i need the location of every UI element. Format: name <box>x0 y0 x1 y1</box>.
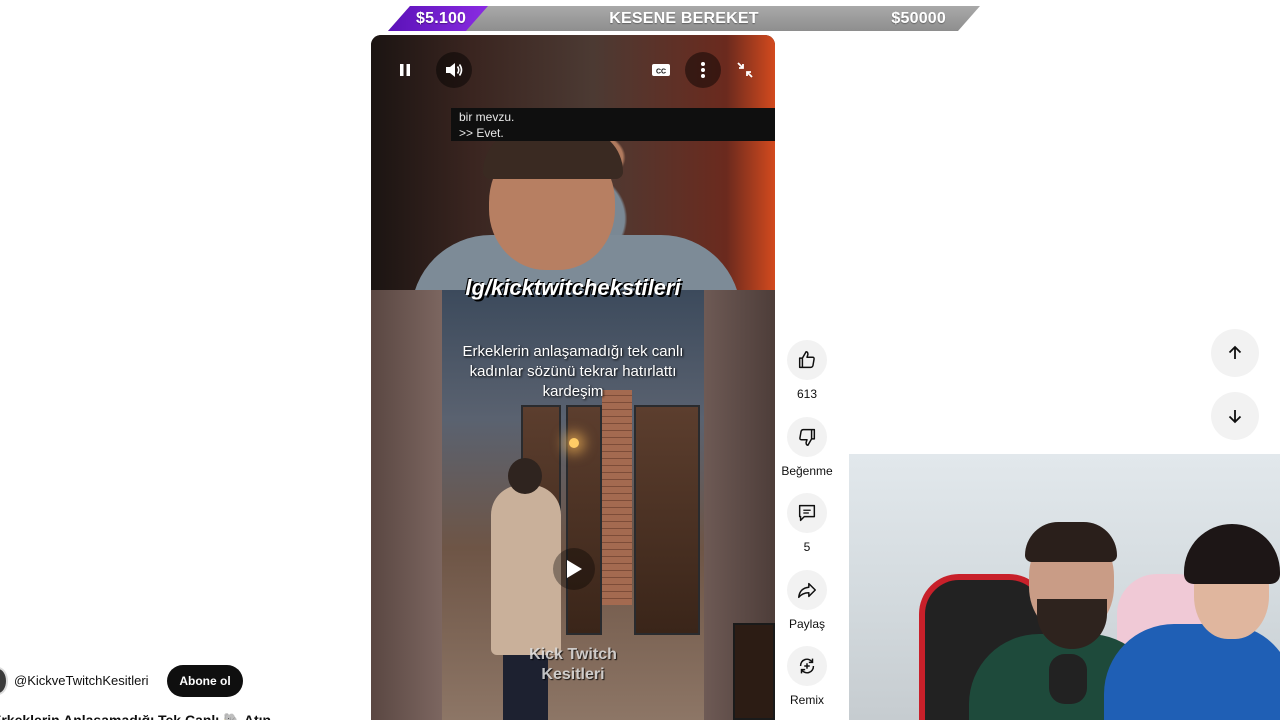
streamer-two-body <box>1104 624 1280 720</box>
webcam-overlay <box>849 454 1280 720</box>
microphone <box>1049 654 1087 704</box>
share-icon <box>798 582 816 599</box>
embedded-clip: Erkeklerin anlaşamadığı tek canlı kadınl… <box>371 290 775 720</box>
watermark-line: Kick Twitch <box>529 646 617 663</box>
comments-action: 5 <box>781 493 833 554</box>
exit-fullscreen-button[interactable] <box>727 52 763 88</box>
comment-icon <box>798 504 816 522</box>
arrow-down-icon <box>1228 410 1242 424</box>
pause-button[interactable] <box>387 52 423 88</box>
streamer-two-hair <box>1184 524 1280 584</box>
person-jacket <box>491 485 561 655</box>
goal-target-amount: $50000 <box>891 10 946 27</box>
like-button[interactable] <box>787 340 827 380</box>
dislike-label: Beğenme <box>781 464 833 478</box>
share-label: Paylaş <box>788 617 826 631</box>
pause-icon <box>400 64 410 76</box>
previous-video-button[interactable] <box>1211 329 1259 377</box>
remix-icon <box>799 658 815 674</box>
channel-overlay-text: lg/kicktwitchekstileri <box>465 275 681 300</box>
clip-door <box>733 623 775 720</box>
more-options-button[interactable] <box>685 52 721 88</box>
center-play-button[interactable] <box>553 548 595 590</box>
dislike-button[interactable] <box>787 417 827 457</box>
subscribe-button[interactable]: Abone ol <box>167 665 243 697</box>
svg-text:CC: CC <box>656 69 666 76</box>
volume-icon <box>446 63 463 77</box>
more-vert-icon <box>701 62 705 78</box>
horse-stall <box>634 405 700 635</box>
caption-line: >> Evet. <box>459 126 504 140</box>
comment-count: 5 <box>803 540 811 554</box>
clip-title-text: Erkeklerin anlaşamadığı tek canlı kadınl… <box>462 343 684 400</box>
clip-blur-left <box>371 290 442 720</box>
lamp-light <box>569 438 579 448</box>
share-button[interactable] <box>787 570 827 610</box>
caption-line: bir mevzu. <box>459 110 515 124</box>
clip-watermark: Kick Twitch Kesitleri <box>442 645 704 685</box>
dislike-action: Beğenme <box>781 417 833 478</box>
arrow-up-icon <box>1228 345 1242 359</box>
brick-pillar <box>602 390 632 605</box>
share-action: Paylaş <box>781 570 833 631</box>
comments-button[interactable] <box>787 493 827 533</box>
video-player[interactable]: bir mevzu. >> Evet. Erkeklerin anlaşamad… <box>371 35 775 720</box>
thumbs-up-icon <box>798 351 815 369</box>
volume-button[interactable] <box>436 52 472 88</box>
like-count: 613 <box>796 387 818 401</box>
thumbs-down-icon <box>799 428 816 446</box>
next-video-button[interactable] <box>1211 392 1259 440</box>
play-icon <box>567 560 582 578</box>
streamer-one-hair <box>1025 522 1117 562</box>
cc-icon: CC <box>652 64 670 76</box>
channel-handle[interactable]: @KickveTwitchKesitleri <box>14 673 149 688</box>
channel-avatar[interactable] <box>0 667 8 695</box>
like-action: 613 <box>781 340 833 401</box>
donation-goal-banner: $5.100 KESENE BEREKET $50000 <box>388 6 980 31</box>
shorts-page: $5.100 KESENE BEREKET $50000 bir mevzu. … <box>0 0 1280 720</box>
watermark-line: Kesitleri <box>541 666 605 683</box>
remix-button[interactable] <box>787 646 827 686</box>
person-head <box>508 458 542 494</box>
closed-captions: bir mevzu. >> Evet. <box>451 108 775 141</box>
exit-fullscreen-icon <box>737 62 753 78</box>
remix-label: Remix <box>789 693 824 707</box>
remix-action: Remix <box>781 646 833 707</box>
video-title[interactable]: Erkeklerin Anlaşamadığı Tek Canlı 🐘 Atın <box>0 712 271 720</box>
captions-button[interactable]: CC <box>643 52 679 88</box>
